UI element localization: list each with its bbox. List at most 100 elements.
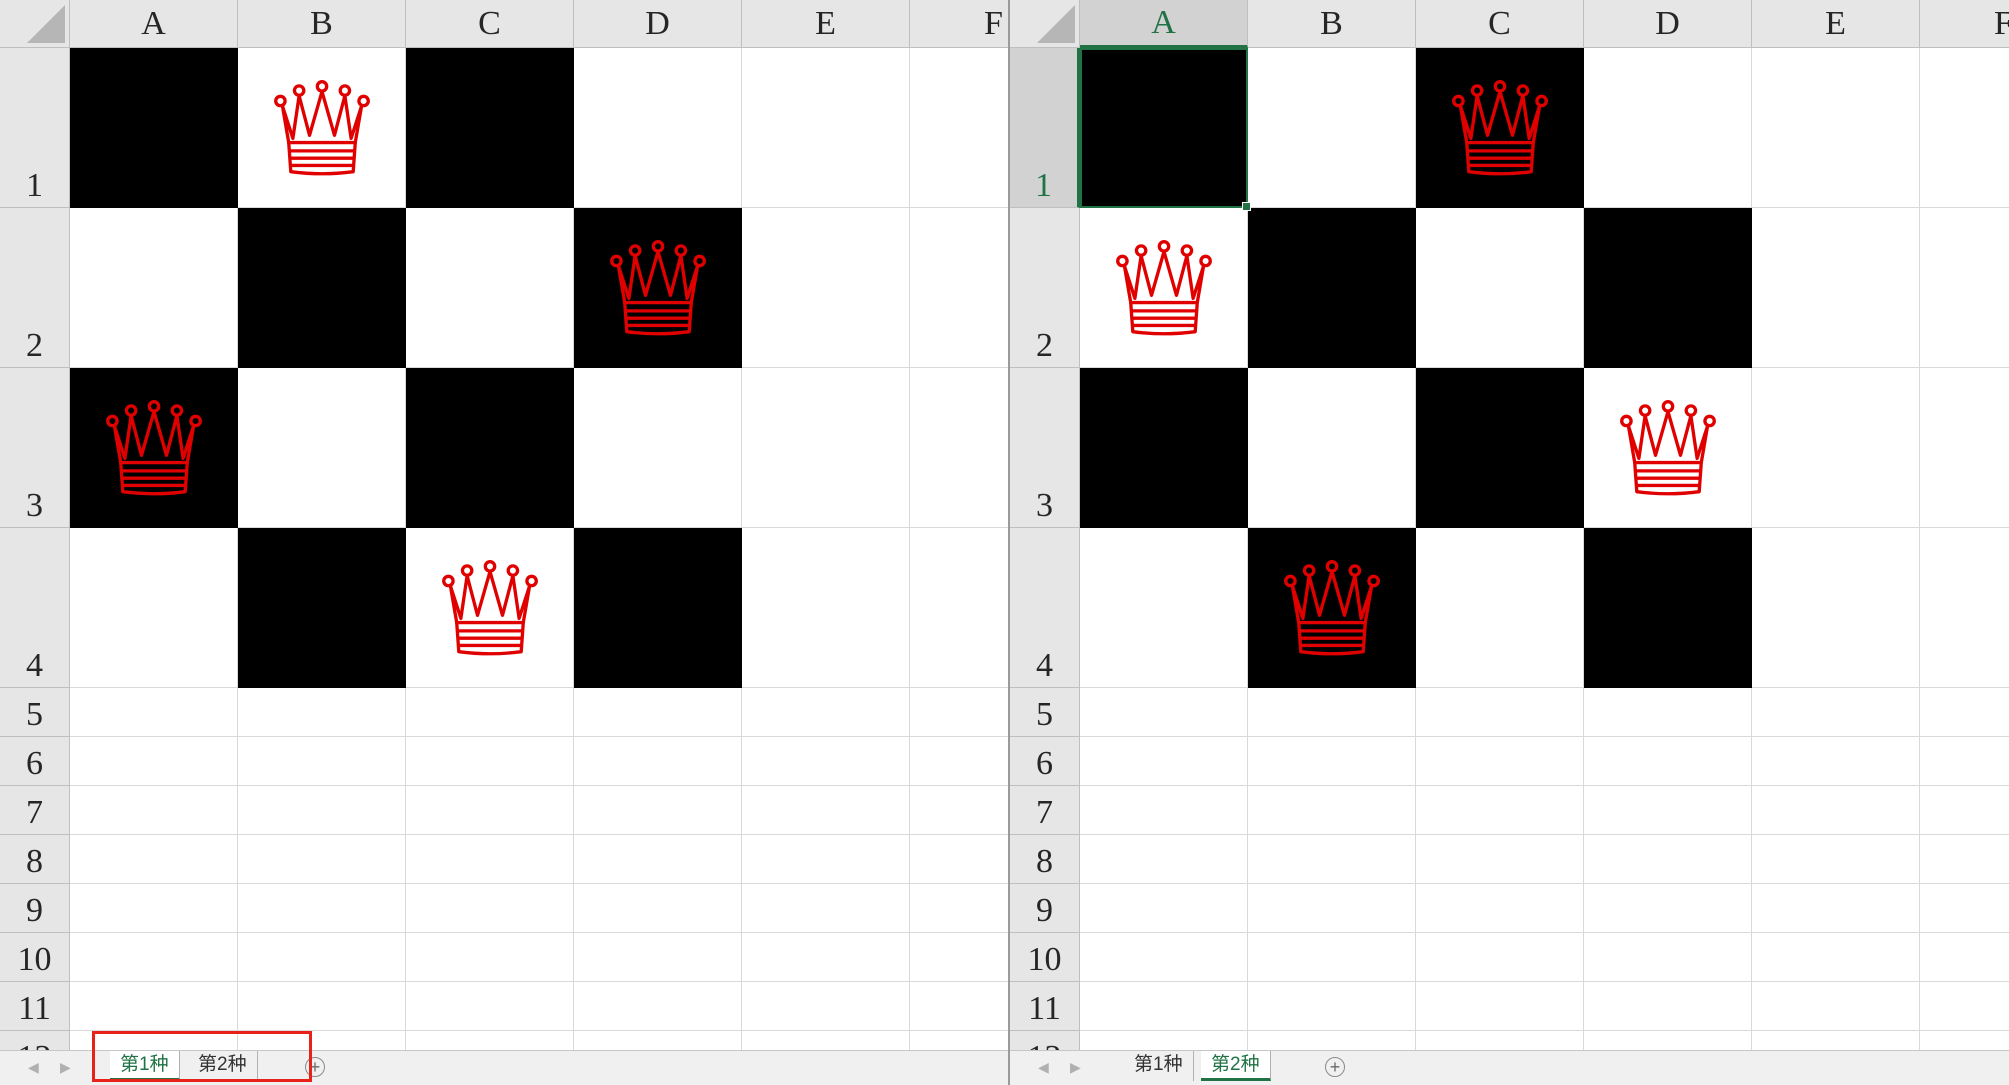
- cell-d4[interactable]: [1584, 528, 1752, 688]
- cell-d3[interactable]: [1584, 368, 1752, 528]
- cell-a10[interactable]: [70, 933, 238, 982]
- column-header-b[interactable]: B: [238, 0, 406, 48]
- row-header-7[interactable]: 7: [1010, 786, 1080, 835]
- cell-f2[interactable]: [910, 208, 1008, 368]
- cell-e5[interactable]: [742, 688, 910, 737]
- cell-b4[interactable]: [1248, 528, 1416, 688]
- row-header-2[interactable]: 2: [0, 208, 70, 368]
- cell-d1[interactable]: [1584, 48, 1752, 208]
- cell-a1[interactable]: [1080, 48, 1251, 211]
- cell-a9[interactable]: [1080, 884, 1248, 933]
- row-header-9[interactable]: 9: [0, 884, 70, 933]
- cell-e10[interactable]: [1752, 933, 1920, 982]
- cell-b5[interactable]: [238, 688, 406, 737]
- cell-e6[interactable]: [742, 737, 910, 786]
- cell-b4[interactable]: [238, 528, 406, 688]
- cell-f4[interactable]: [1920, 528, 2009, 688]
- cell-c7[interactable]: [406, 786, 574, 835]
- cell-a9[interactable]: [70, 884, 238, 933]
- cell-f10[interactable]: [1920, 933, 2009, 982]
- row-header-6[interactable]: 6: [1010, 737, 1080, 786]
- cell-c2[interactable]: [1416, 208, 1584, 368]
- cell-d11[interactable]: [574, 982, 742, 1031]
- row-header-11[interactable]: 11: [0, 982, 70, 1031]
- cell-e11[interactable]: [1752, 982, 1920, 1031]
- cell-b1[interactable]: [1248, 48, 1416, 208]
- row-header-4[interactable]: 4: [0, 528, 70, 688]
- cell-a3[interactable]: [70, 368, 238, 528]
- cell-f8[interactable]: [910, 835, 1008, 884]
- cell-c11[interactable]: [1416, 982, 1584, 1031]
- scroll-left-icon[interactable]: ◀: [1038, 1059, 1049, 1076]
- cell-e4[interactable]: [742, 528, 910, 688]
- cell-c5[interactable]: [406, 688, 574, 737]
- cell-b2[interactable]: [1248, 208, 1416, 368]
- cell-f2[interactable]: [1920, 208, 2009, 368]
- cell-a8[interactable]: [1080, 835, 1248, 884]
- cell-b5[interactable]: [1248, 688, 1416, 737]
- cell-f7[interactable]: [1920, 786, 2009, 835]
- cell-b7[interactable]: [1248, 786, 1416, 835]
- row-header-7[interactable]: 7: [0, 786, 70, 835]
- cell-f11[interactable]: [1920, 982, 2009, 1031]
- row-header-10[interactable]: 10: [0, 933, 70, 982]
- column-header-c[interactable]: C: [406, 0, 574, 48]
- cell-d11[interactable]: [1584, 982, 1752, 1031]
- cell-f1[interactable]: [910, 48, 1008, 208]
- row-header-8[interactable]: 8: [1010, 835, 1080, 884]
- cell-c10[interactable]: [1416, 933, 1584, 982]
- cell-b2[interactable]: [238, 208, 406, 368]
- cell-a4[interactable]: [1080, 528, 1248, 688]
- cell-c6[interactable]: [406, 737, 574, 786]
- cell-a11[interactable]: [1080, 982, 1248, 1031]
- cell-c1[interactable]: [1416, 48, 1584, 208]
- cell-e10[interactable]: [742, 933, 910, 982]
- column-header-a[interactable]: A: [1080, 0, 1248, 48]
- cell-a6[interactable]: [1080, 737, 1248, 786]
- column-header-f[interactable]: F: [910, 0, 1008, 48]
- row-header-4[interactable]: 4: [1010, 528, 1080, 688]
- cell-b7[interactable]: [238, 786, 406, 835]
- cell-a10[interactable]: [1080, 933, 1248, 982]
- cell-c3[interactable]: [406, 368, 574, 528]
- cell-f3[interactable]: [1920, 368, 2009, 528]
- scroll-right-icon[interactable]: ▶: [60, 1059, 71, 1076]
- cell-b11[interactable]: [1248, 982, 1416, 1031]
- cell-e2[interactable]: [742, 208, 910, 368]
- cell-f6[interactable]: [910, 737, 1008, 786]
- cell-d2[interactable]: [1584, 208, 1752, 368]
- cell-d5[interactable]: [1584, 688, 1752, 737]
- cell-b9[interactable]: [238, 884, 406, 933]
- row-header-1[interactable]: 1: [1010, 48, 1080, 208]
- cell-c8[interactable]: [406, 835, 574, 884]
- cell-f4[interactable]: [910, 528, 1008, 688]
- row-header-11[interactable]: 11: [1010, 982, 1080, 1031]
- cell-c10[interactable]: [406, 933, 574, 982]
- cell-a5[interactable]: [1080, 688, 1248, 737]
- row-header-9[interactable]: 9: [1010, 884, 1080, 933]
- column-header-f[interactable]: F: [1920, 0, 2009, 48]
- cell-d8[interactable]: [574, 835, 742, 884]
- cell-e1[interactable]: [1752, 48, 1920, 208]
- cell-d6[interactable]: [1584, 737, 1752, 786]
- cell-e9[interactable]: [742, 884, 910, 933]
- sheet-tab-1[interactable]: 第1种: [1124, 1051, 1194, 1081]
- cell-f9[interactable]: [1920, 884, 2009, 933]
- cell-d5[interactable]: [574, 688, 742, 737]
- cell-a3[interactable]: [1080, 368, 1248, 528]
- cell-e7[interactable]: [1752, 786, 1920, 835]
- cell-b8[interactable]: [238, 835, 406, 884]
- cell-a11[interactable]: [70, 982, 238, 1031]
- cell-f7[interactable]: [910, 786, 1008, 835]
- cell-a7[interactable]: [70, 786, 238, 835]
- cell-d10[interactable]: [574, 933, 742, 982]
- cell-b3[interactable]: [238, 368, 406, 528]
- column-header-d[interactable]: D: [1584, 0, 1752, 48]
- cell-e2[interactable]: [1752, 208, 1920, 368]
- cell-b10[interactable]: [1248, 933, 1416, 982]
- cell-a8[interactable]: [70, 835, 238, 884]
- cell-f1[interactable]: [1920, 48, 2009, 208]
- cell-b3[interactable]: [1248, 368, 1416, 528]
- row-header-3[interactable]: 3: [0, 368, 70, 528]
- cell-f9[interactable]: [910, 884, 1008, 933]
